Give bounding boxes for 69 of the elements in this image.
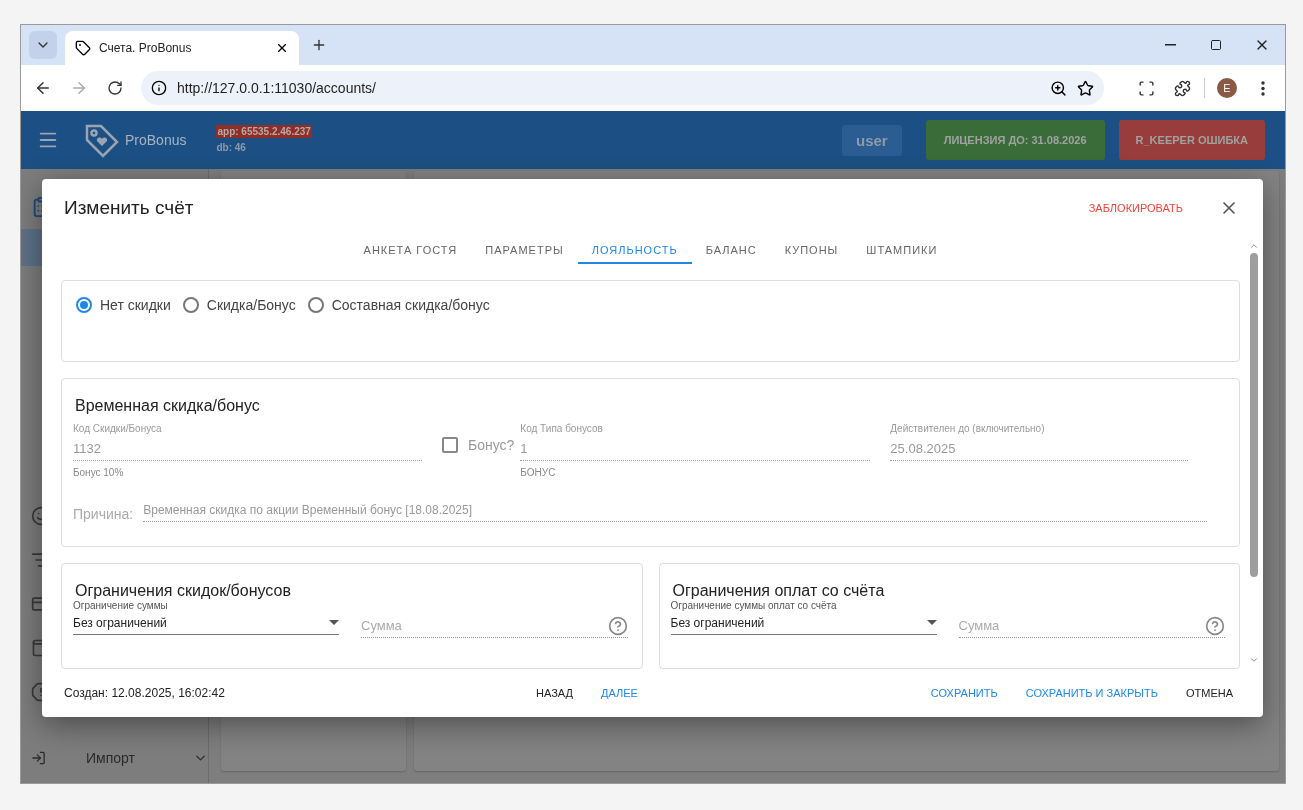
discount-mode-option[interactable]: Скидка/Бонус (182, 297, 296, 313)
sidebar-item[interactable] (21, 229, 43, 266)
action-button[interactable]: СОХРАНИТЬ (920, 681, 1008, 705)
import-menu-item[interactable]: Импорт (86, 750, 153, 766)
puzzle-icon (1173, 79, 1191, 97)
action-button[interactable]: ОТМЕНА (1175, 681, 1243, 705)
block-button[interactable]: ЗАБЛОКИРОВАТЬ (1082, 196, 1189, 220)
help-icon[interactable] (607, 615, 628, 636)
address-bar[interactable]: http://127.0.0.1:11030/accounts/ (141, 71, 1104, 105)
dialog-tab[interactable]: ЛОЯЛЬНОСТЬ (577, 237, 692, 264)
maximize-icon (1210, 39, 1222, 51)
import-icon[interactable] (31, 749, 47, 767)
radio-button[interactable] (182, 297, 199, 313)
db-version: db: 46 (216, 142, 247, 153)
helper-text: Бонус 10% (73, 467, 125, 478)
app-name: ProBonus (125, 132, 187, 148)
info-icon[interactable] (151, 80, 167, 96)
frame-icon (1137, 79, 1155, 97)
field-label: Причина: (73, 506, 134, 522)
caret-icon (329, 620, 339, 625)
dialog-tab[interactable]: БАЛАНС (691, 237, 771, 264)
kebab-icon (1261, 80, 1265, 96)
option-label: Нет скидки (100, 297, 171, 313)
bonus-checkbox[interactable] (442, 437, 458, 453)
created-text: Создан: 12.08.2025, 16:02:42 (64, 686, 226, 700)
section-title: Временная скидка/бонус (75, 397, 261, 415)
field-label: Действителен до (включительно) (890, 423, 1046, 436)
close-icon[interactable] (275, 41, 289, 55)
help-icon[interactable] (1205, 615, 1225, 636)
browser-tab[interactable]: Счета. ProBonus (65, 31, 299, 65)
app-version: app: 65535.2.46.237 (216, 125, 312, 138)
dialog-tab[interactable]: ПАРАМЕТРЫ (471, 237, 578, 264)
action-button[interactable]: СОХРАНИТЬ И ЗАКРЫТЬ (1015, 681, 1168, 705)
dialog-tab[interactable]: КУПОНЫ (770, 237, 853, 264)
checkbox-label: Бонус? (468, 437, 515, 453)
radio-button[interactable] (76, 297, 92, 313)
minimize-icon (1164, 44, 1176, 46)
nav-button[interactable]: ДАЛЕЕ (590, 681, 648, 705)
scrollbar-thumb[interactable] (1250, 253, 1258, 577)
valid-until-field[interactable]: 25.08.2025 (890, 437, 1189, 461)
scroll-down-icon[interactable] (1249, 655, 1259, 665)
reason-field[interactable]: Временная скидка по акции Временный бонус [18.08.2025] (143, 498, 1207, 522)
dialog-title: Изменить счёт (64, 197, 195, 219)
field-label: Ограничение суммы оплат со счёта (670, 600, 838, 611)
field-label: Ограничение суммы (73, 600, 169, 611)
discount-mode-option[interactable]: Нет скидки (76, 297, 171, 313)
tab-list-button[interactable] (29, 31, 57, 59)
section-title: Ограничения оплат со счёта (672, 582, 886, 600)
radio-button[interactable] (307, 297, 324, 313)
star-icon[interactable] (1077, 79, 1094, 97)
option-label: Скидка/Бонус (206, 297, 296, 313)
nav-button[interactable]: НАЗАД (526, 681, 583, 705)
scroll-up-icon[interactable] (1249, 241, 1259, 251)
reload-icon (107, 80, 123, 96)
arrow-right-icon (70, 79, 88, 97)
plus-icon (311, 37, 327, 53)
zoom-icon[interactable] (1050, 79, 1067, 97)
dialog-tab[interactable]: ШТАМПИКИ (852, 237, 952, 264)
tag-heart-icon (83, 122, 121, 158)
field-label: Код Типа бонусов (520, 423, 604, 436)
field-label: Код Скидки/Бонуса (73, 423, 163, 436)
limit-select[interactable]: Без ограничений (73, 611, 339, 635)
section-title: Ограничения скидок/бонусов (75, 582, 292, 600)
tag-icon (75, 40, 91, 56)
dialog-tab[interactable]: АНКЕТА ГОСТЯ (349, 237, 472, 264)
helper-text: БОНУС (520, 467, 557, 478)
profile-avatar[interactable]: E (1217, 78, 1237, 98)
caret-icon (926, 620, 937, 625)
limit-select[interactable]: Без ограничений (670, 611, 937, 635)
